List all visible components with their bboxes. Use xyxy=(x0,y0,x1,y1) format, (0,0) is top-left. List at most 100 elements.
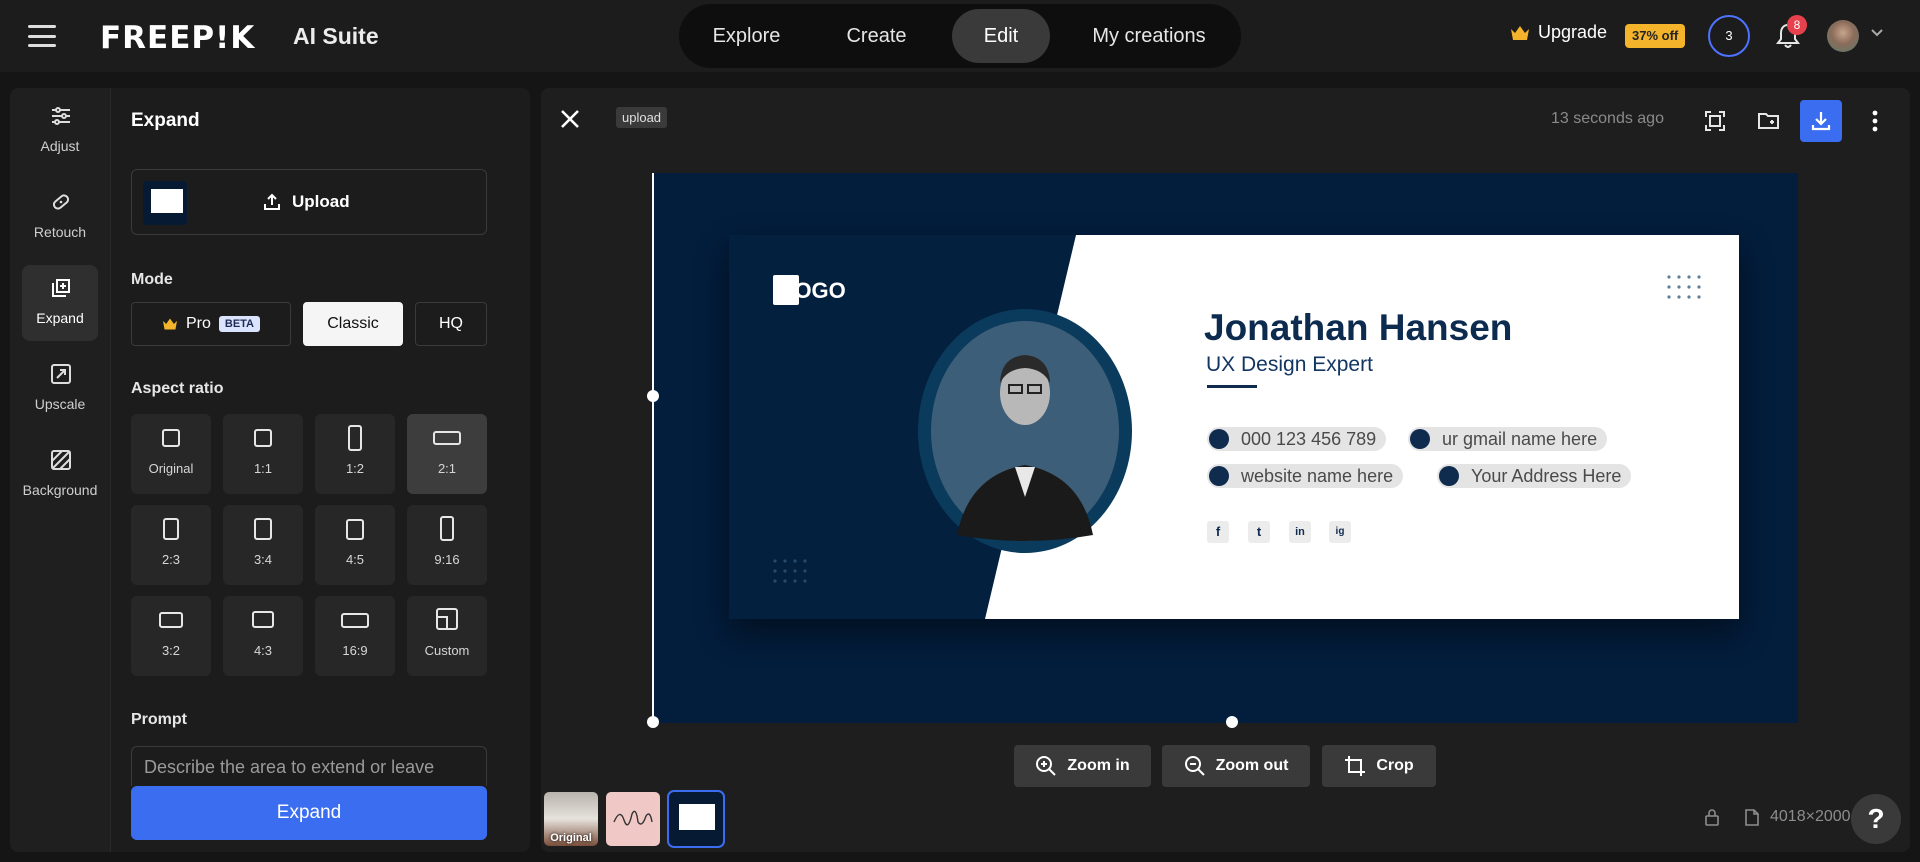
expand-icon xyxy=(50,277,72,299)
card-address: Your Address Here xyxy=(1437,464,1632,488)
card-email: ur gmail name here xyxy=(1408,427,1608,451)
mode-classic-button[interactable]: Classic xyxy=(303,302,403,346)
tab-my-creations[interactable]: My creations xyxy=(1063,9,1235,63)
ratio-shape-icon xyxy=(254,518,272,540)
ratio-label: 4:3 xyxy=(253,643,273,658)
card-website: website name here xyxy=(1207,464,1404,488)
prompt-input[interactable]: Describe the area to extend or leave xyxy=(131,746,487,786)
ratio-shape-icon xyxy=(159,612,183,628)
file-icon xyxy=(1745,809,1759,826)
upscale-icon xyxy=(50,363,72,385)
beta-badge: BETA xyxy=(218,316,261,332)
tab-create[interactable]: Create xyxy=(814,9,939,63)
ratio-label: 2:1 xyxy=(437,461,457,476)
card-job-title: UX Design Expert xyxy=(1206,353,1373,376)
ratio-label: Custom xyxy=(424,643,470,658)
crop-button[interactable]: Crop xyxy=(1322,745,1436,787)
ratio-original[interactable]: Original xyxy=(131,414,211,494)
resize-handle[interactable] xyxy=(647,716,659,728)
tab-edit[interactable]: Edit xyxy=(952,9,1050,63)
download-button[interactable] xyxy=(1800,100,1842,142)
ratio-2-3[interactable]: 2:3 xyxy=(131,505,211,585)
menu-icon[interactable] xyxy=(26,22,58,50)
tool-label: Upscale xyxy=(34,396,86,412)
business-card-image: LOGO Jonathan Hansen UX Design Expert 00… xyxy=(729,235,1739,619)
linkedin-icon: in xyxy=(1289,521,1311,543)
globe-icon xyxy=(1209,466,1229,486)
tool-label: Retouch xyxy=(33,224,87,240)
ratio-label: 2:3 xyxy=(161,552,181,567)
tool-label: Expand xyxy=(36,310,84,326)
zoom-in-button[interactable]: Zoom in xyxy=(1014,745,1151,787)
expand-button[interactable]: Expand xyxy=(131,786,487,840)
thumbnail-original[interactable]: Original xyxy=(544,792,598,846)
add-to-folder-icon[interactable] xyxy=(1748,100,1790,142)
tool-adjust[interactable]: Adjust xyxy=(22,93,98,169)
ratio-3-4[interactable]: 3:4 xyxy=(223,505,303,585)
credits-counter[interactable]: 3 xyxy=(1708,15,1750,57)
expanded-image[interactable]: LOGO Jonathan Hansen UX Design Expert 00… xyxy=(647,173,1798,728)
zoom-out-button[interactable]: Zoom out xyxy=(1162,745,1310,787)
tool-label: Adjust xyxy=(40,138,80,154)
tool-upscale[interactable]: Upscale xyxy=(22,351,98,427)
thumbnail-label: Original xyxy=(550,832,592,844)
resize-handle[interactable] xyxy=(647,390,659,402)
tool-rail: Adjust Retouch Expand Upscale Background xyxy=(10,88,110,852)
freepik-logo[interactable]: FREEP!K xyxy=(100,20,255,56)
ratio-1-2[interactable]: 1:2 xyxy=(315,414,395,494)
signature-scribble xyxy=(613,810,653,826)
upload-label: Upload xyxy=(292,192,350,211)
chevron-down-icon[interactable] xyxy=(1870,28,1884,38)
email-icon xyxy=(1410,429,1430,449)
dot-grid-decoration xyxy=(1667,275,1701,299)
mode-heading: Mode xyxy=(131,271,173,288)
ratio-2-1[interactable]: 2:1 xyxy=(407,414,487,494)
aspect-ratio-heading: Aspect ratio xyxy=(131,380,224,397)
ratio-shape-icon xyxy=(163,518,179,540)
thumbnail-current[interactable] xyxy=(667,790,725,848)
twitter-icon: t xyxy=(1248,521,1270,543)
zoom-out-label: Zoom out xyxy=(1215,757,1289,774)
crown-icon xyxy=(1510,24,1530,42)
timestamp: 13 seconds ago xyxy=(1551,110,1664,127)
image-compare-icon[interactable] xyxy=(1694,100,1736,142)
ai-suite-label: AI Suite xyxy=(293,23,379,49)
upgrade-button[interactable]: Upgrade xyxy=(1510,22,1607,43)
ratio-label: 1:2 xyxy=(345,461,365,476)
tab-explore[interactable]: Explore xyxy=(684,9,809,63)
ratio-3-2[interactable]: 3:2 xyxy=(131,596,211,676)
ratio-4-5[interactable]: 4:5 xyxy=(315,505,395,585)
background-icon xyxy=(50,449,72,471)
zoom-in-icon xyxy=(1035,755,1057,777)
crown-icon xyxy=(162,317,178,331)
mode-hq-button[interactable]: HQ xyxy=(415,302,487,346)
source-tag: upload xyxy=(616,107,668,128)
ratio-custom[interactable]: Custom xyxy=(407,596,487,676)
ratio-1-1[interactable]: 1:1 xyxy=(223,414,303,494)
expand-edge-line xyxy=(652,173,654,723)
close-icon[interactable] xyxy=(559,108,581,130)
phone-icon xyxy=(1209,429,1229,449)
ratio-16-9[interactable]: 16:9 xyxy=(315,596,395,676)
location-icon xyxy=(1439,466,1459,486)
instagram-icon: ig xyxy=(1329,521,1351,543)
tool-background[interactable]: Background xyxy=(22,437,98,513)
main-nav: Explore Create Edit My creations xyxy=(679,4,1241,68)
discount-badge[interactable]: 37% off xyxy=(1625,24,1686,48)
mode-pro-button[interactable]: Pro BETA xyxy=(131,302,291,346)
ratio-shape-icon xyxy=(440,516,454,541)
ratio-shape-icon xyxy=(341,613,369,628)
upload-button[interactable]: Upload xyxy=(131,169,487,235)
tool-expand[interactable]: Expand xyxy=(22,265,98,341)
help-button[interactable]: ? xyxy=(1851,794,1901,844)
ratio-label: 1:1 xyxy=(253,461,273,476)
avatar[interactable] xyxy=(1827,20,1859,52)
resize-handle[interactable] xyxy=(1226,716,1238,728)
ratio-9-16[interactable]: 9:16 xyxy=(407,505,487,585)
tool-retouch[interactable]: Retouch xyxy=(22,179,98,255)
more-options-icon[interactable] xyxy=(1854,100,1896,142)
ratio-4-3[interactable]: 4:3 xyxy=(223,596,303,676)
dot-grid-decoration xyxy=(773,559,807,583)
lock-icon[interactable] xyxy=(1705,809,1719,826)
thumbnail-signature[interactable] xyxy=(606,792,660,846)
